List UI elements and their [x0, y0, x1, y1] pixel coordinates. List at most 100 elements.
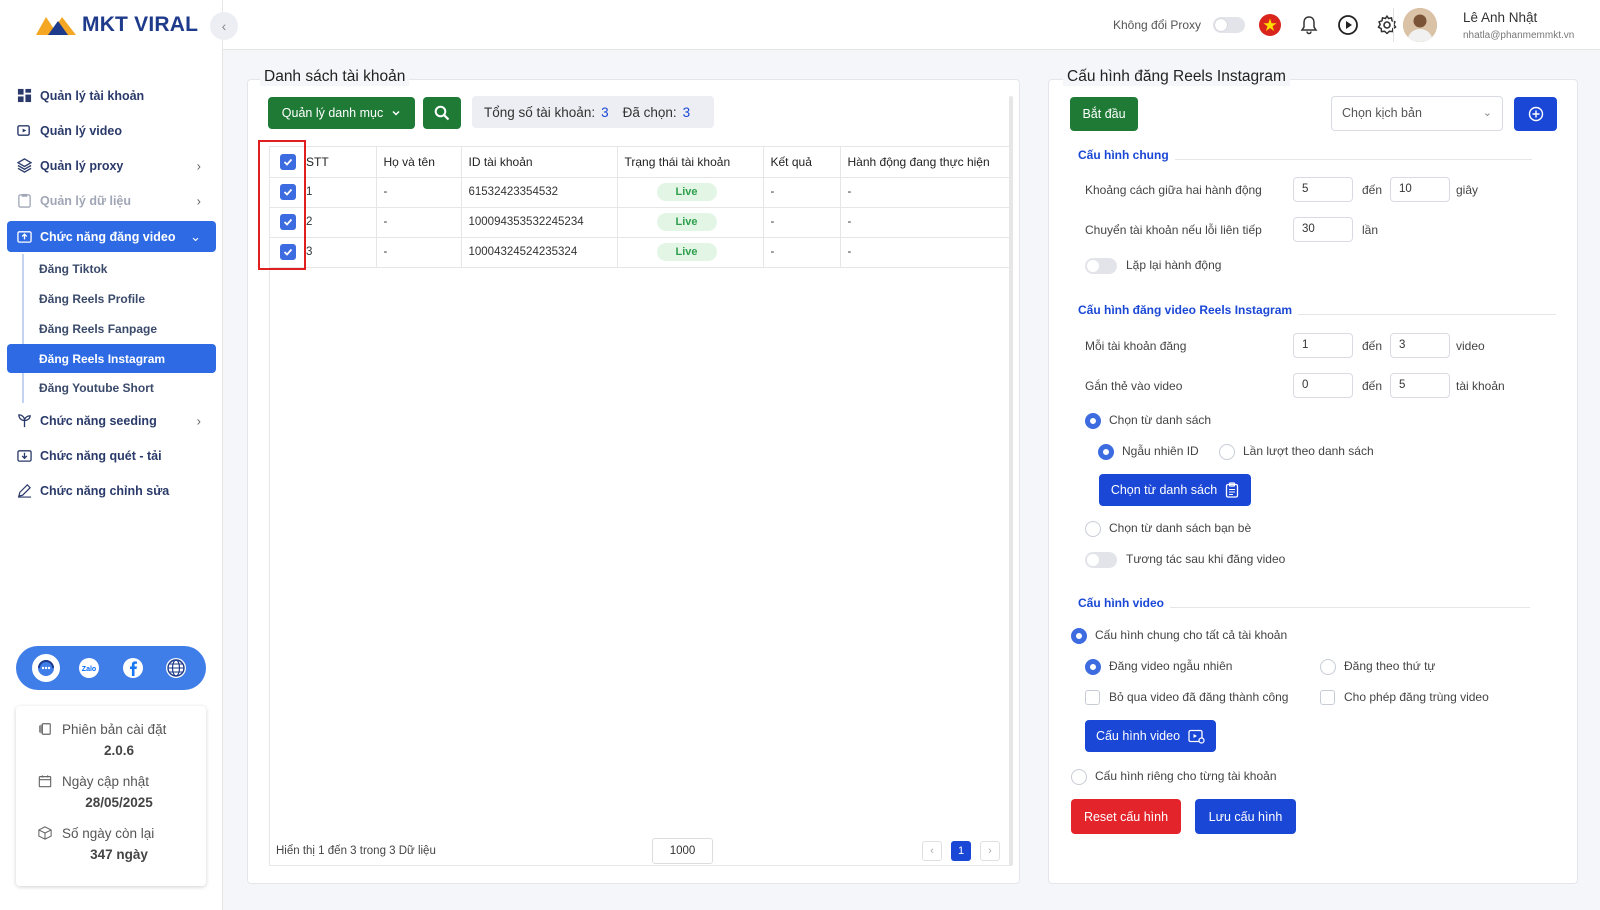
interact-toggle[interactable] — [1085, 552, 1117, 568]
col-result[interactable]: Kết quả — [763, 147, 841, 178]
cell-status: Live — [617, 207, 764, 238]
table-header-row: STT Họ và tên ID tài khoản Trạng thái tà… — [270, 147, 1010, 178]
select-all-checkbox[interactable] — [280, 153, 296, 170]
page-size-input[interactable]: 1000 — [652, 838, 713, 864]
total-label: Tổng số tài khoản: — [484, 104, 596, 120]
start-button[interactable]: Bắt đầu — [1070, 97, 1138, 131]
cell-account-id: 61532423354532 — [461, 177, 618, 208]
vietnam-flag-icon[interactable] — [1256, 11, 1284, 39]
cell-action: - — [840, 207, 1010, 238]
sidebar-item-scan-download[interactable]: Chức năng quét - tải — [0, 438, 223, 473]
ordered-video-radio[interactable] — [1320, 659, 1336, 675]
cell-stt: 3 — [306, 237, 377, 268]
proxy-toggle[interactable] — [1213, 17, 1245, 33]
avatar[interactable] — [1403, 8, 1437, 42]
search-button[interactable] — [423, 97, 461, 129]
col-action[interactable]: Hành động đang thực hiện — [840, 147, 1010, 178]
individual-config-radio[interactable] — [1071, 769, 1087, 785]
next-page-button[interactable]: › — [980, 841, 1000, 861]
gear-icon[interactable] — [1373, 11, 1401, 39]
script-select[interactable]: Chọn kịch bản ⌄ — [1331, 96, 1503, 131]
table-row[interactable]: 3 - 10004324524235324 Live - - — [270, 237, 1010, 268]
common-config-radio[interactable] — [1071, 628, 1087, 644]
tag-from-input[interactable]: 0 — [1293, 373, 1353, 398]
tag-unit: tài khoản — [1456, 379, 1505, 393]
col-name[interactable]: Họ và tên — [376, 147, 462, 178]
page-number-button[interactable]: 1 — [951, 841, 971, 861]
sidebar-item-accounts[interactable]: Quản lý tài khoản — [0, 78, 223, 113]
support-icon[interactable] — [29, 652, 62, 684]
sidebar-nav: Quản lý tài khoản Quản lý video Quản lý … — [0, 78, 223, 508]
sidebar-subitem-reels-instagram[interactable]: Đăng Reels Instagram — [7, 344, 216, 373]
cell-account-id: 10004324524235324 — [461, 237, 618, 268]
category-manage-button[interactable]: Quản lý danh mục — [268, 97, 415, 129]
video-config-button[interactable]: Cấu hình video — [1085, 720, 1216, 752]
random-id-radio[interactable] — [1098, 444, 1114, 460]
facebook-icon[interactable] — [117, 652, 149, 684]
sidebar-item-proxy[interactable]: Quản lý proxy › — [0, 148, 223, 183]
play-circle-icon[interactable] — [1334, 11, 1362, 39]
sidebar-subitem-youtube-short[interactable]: Đăng Youtube Short — [24, 373, 223, 403]
from-list-button-label: Chọn từ danh sách — [1110, 483, 1218, 497]
select-all-cell[interactable] — [270, 147, 306, 178]
sidebar-collapse-button[interactable]: ‹ — [210, 12, 238, 40]
col-account-id[interactable]: ID tài khoản — [461, 147, 618, 178]
config-title: Cấu hình đăng Reels Instagram — [1063, 68, 1290, 86]
sidebar-item-post-video[interactable]: Chức năng đăng video ⌄ — [7, 221, 216, 252]
repeat-toggle[interactable] — [1085, 258, 1117, 274]
globe-icon[interactable] — [160, 652, 192, 684]
social-links: Zalo — [16, 646, 206, 690]
sidebar-subitem-reels-fanpage[interactable]: Đăng Reels Fanpage — [24, 314, 223, 344]
sidebar-item-edit[interactable]: Chức năng chỉnh sửa — [0, 473, 223, 508]
switch-account-input[interactable]: 30 — [1293, 217, 1353, 242]
skip-posted-checkbox[interactable] — [1085, 690, 1100, 705]
chevron-down-icon — [392, 110, 400, 116]
interval-from-input[interactable]: 5 — [1293, 177, 1353, 202]
account-stats: Tổng số tài khoản: 3 Đã chọn: 3 — [472, 96, 714, 128]
reset-config-button[interactable]: Reset cấu hình — [1071, 799, 1181, 834]
random-video-radio[interactable] — [1085, 659, 1101, 675]
tag-to-input[interactable]: 5 — [1390, 373, 1450, 398]
general-section-title: Cấu hình chung — [1078, 148, 1175, 162]
update-date-value: 28/05/2025 — [85, 795, 153, 810]
version-info-card: Phiên bản cài đặt 2.0.6 Ngày cập nhật 28… — [16, 706, 206, 886]
plus-circle-icon — [1528, 106, 1543, 122]
row-checkbox[interactable] — [280, 184, 296, 200]
update-label: Ngày cập nhật — [62, 773, 150, 789]
friends-list-radio[interactable] — [1085, 521, 1101, 537]
row-select-cell[interactable] — [270, 237, 306, 268]
add-script-button[interactable] — [1514, 97, 1557, 131]
col-status[interactable]: Trạng thái tài khoản — [617, 147, 764, 178]
bell-icon[interactable] — [1295, 11, 1323, 39]
random-video-label: Đăng video ngẫu nhiên — [1109, 659, 1233, 673]
prev-page-button[interactable]: ‹ — [922, 841, 942, 861]
from-list-radio[interactable] — [1085, 413, 1101, 429]
sidebar-subitem-tiktok[interactable]: Đăng Tiktok — [24, 254, 223, 284]
sidebar-item-label: Chức năng chỉnh sửa — [40, 483, 170, 498]
selected-count: 3 — [682, 104, 691, 120]
col-stt[interactable]: STT — [306, 147, 377, 178]
row-select-cell[interactable] — [270, 177, 306, 208]
per-account-to-input[interactable]: 3 — [1390, 333, 1450, 358]
allow-duplicate-checkbox[interactable] — [1320, 690, 1335, 705]
save-config-button[interactable]: Lưu cấu hình — [1195, 799, 1296, 834]
table-scrollbar[interactable] — [1009, 96, 1013, 866]
table-row[interactable]: 1 - 61532423354532 Live - - — [270, 177, 1010, 208]
sidebar-subitem-reels-profile[interactable]: Đăng Reels Profile — [24, 284, 223, 314]
sidebar-item-video[interactable]: Quản lý video — [0, 113, 223, 148]
row-checkbox[interactable] — [280, 244, 296, 260]
sequential-radio[interactable] — [1219, 444, 1235, 460]
search-icon — [434, 105, 450, 121]
row-checkbox[interactable] — [280, 214, 296, 230]
switch-account-label: Chuyển tài khoản nếu lỗi liên tiếp — [1085, 223, 1262, 237]
from-list-button[interactable]: Chọn từ danh sách — [1099, 474, 1251, 506]
row-select-cell[interactable] — [270, 207, 306, 238]
per-account-from-input[interactable]: 1 — [1293, 333, 1353, 358]
sidebar-item-data[interactable]: Quản lý dữ liệu › — [0, 183, 223, 218]
total-count: 3 — [601, 104, 609, 120]
seed-icon — [18, 414, 31, 428]
zalo-icon[interactable]: Zalo — [73, 652, 105, 684]
interval-to-input[interactable]: 10 — [1390, 177, 1450, 202]
table-row[interactable]: 2 - 100094353532245234 Live - - — [270, 207, 1010, 238]
sidebar-item-seeding[interactable]: Chức năng seeding › — [0, 403, 223, 438]
